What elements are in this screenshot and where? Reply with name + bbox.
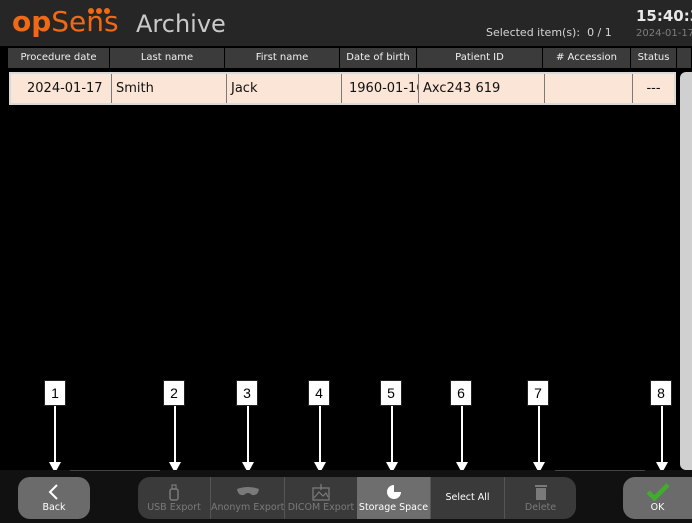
column-extra [677,48,692,68]
back-button[interactable]: Back [18,477,90,519]
callout-1: 1 [44,380,66,406]
header-bar: opSens Archive Selected item(s): 0 / 1 1… [0,0,692,46]
pie-chart-icon [386,484,402,499]
usb-export-label: USB Export [147,502,201,513]
select-all-button[interactable]: Select All [430,477,504,519]
column-accession[interactable]: # Accession [543,48,631,68]
clock-date: 2024-01-17 [636,28,692,39]
anonym-export-button[interactable]: Anonym Export [210,477,284,519]
callout-arrow [319,406,321,462]
divider [70,470,160,471]
usb-export-button[interactable]: USB Export [138,477,210,519]
storage-space-button[interactable]: Storage Space [357,477,430,519]
divider [555,470,645,471]
callout-7: 7 [527,380,549,406]
column-patient-id[interactable]: Patient ID [417,48,543,68]
cell-status: --- [646,81,661,96]
checkmark-icon [646,483,669,501]
dicom-export-label: DICOM Export [287,502,355,513]
page-title: Archive [136,10,226,38]
storage-space-label: Storage Space [358,502,429,513]
logo-dots-icon [88,8,112,16]
callout-3: 3 [236,380,258,406]
cell-accession [545,74,633,103]
usb-drive-icon [169,484,179,501]
delete-button[interactable]: Delete [504,477,576,519]
chevron-left-icon [48,484,58,500]
column-status[interactable]: Status [631,48,677,68]
column-first-name[interactable]: First name [225,48,340,68]
cell-date-of-birth: 1960-01-16 [342,74,419,103]
column-date-of-birth[interactable]: Date of birth [340,48,417,68]
callout-5: 5 [380,380,402,406]
column-last-name[interactable]: Last name [110,48,225,68]
cell-procedure-date: 2024-01-17 [11,74,112,103]
ok-button[interactable]: OK [623,477,692,519]
dicom-image-icon [312,484,330,501]
trash-icon [534,485,547,500]
column-procedure-date[interactable]: Procedure date [8,48,110,68]
clock-time: 15:40:38 [636,7,692,25]
select-all-label: Select All [445,492,490,503]
callout-arrow [174,406,176,462]
callout-8: 8 [650,380,672,406]
callout-arrow [391,406,393,462]
ok-label: OK [650,502,665,513]
callout-arrow [54,406,56,462]
callout-6: 6 [450,380,472,406]
scrollbar[interactable] [680,72,692,470]
anonym-export-label: Anonym Export [211,502,285,513]
selection-count: Selected item(s): 0 / 1 [486,26,612,39]
callout-2: 2 [163,380,185,406]
table-header: Procedure date Last name First name Date… [8,48,692,68]
callout-arrow [461,406,463,462]
callout-4: 4 [308,380,330,406]
mask-icon [236,487,259,496]
cell-first-name: Jack [227,74,342,103]
callout-arrow [538,406,540,462]
table-row[interactable]: 2024-01-17 Smith Jack 1960-01-16 Axc243 … [9,72,676,105]
back-label: Back [42,502,66,513]
cell-last-name: Smith [112,74,227,103]
dicom-export-button[interactable]: DICOM Export [284,477,357,519]
callout-arrow [247,406,249,462]
callout-arrow [661,406,663,462]
cell-patient-id: Axc243 619 [419,74,545,103]
delete-label: Delete [524,502,557,513]
